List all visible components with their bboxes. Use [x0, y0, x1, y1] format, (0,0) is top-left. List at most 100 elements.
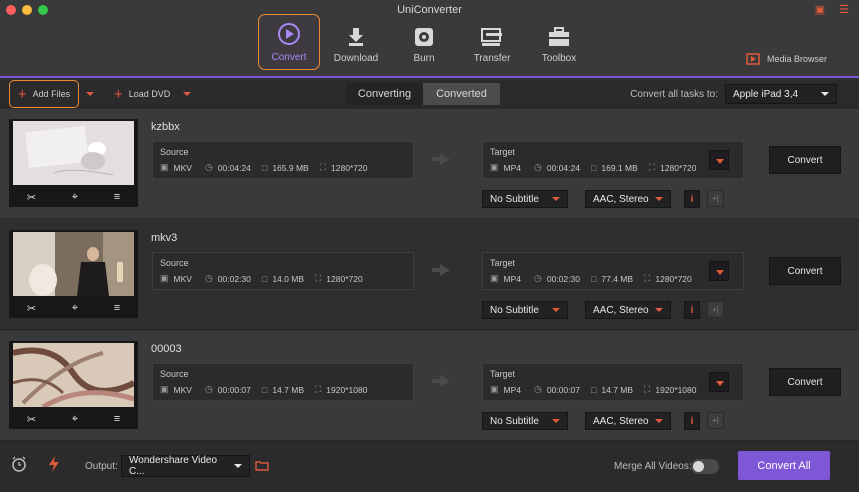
file-row: ✂ ⌖ ≡ kzbbx Source ▣ MKV ◷ 00:04:24 □ 16…: [0, 109, 859, 219]
nav-convert[interactable]: Convert: [258, 14, 320, 70]
target-format-edit-button[interactable]: [709, 372, 729, 392]
merge-button[interactable]: +|: [707, 412, 724, 429]
merge-icon: +|: [712, 305, 719, 314]
source-size: 165.9 MB: [272, 162, 309, 173]
plus-icon: +: [114, 85, 123, 103]
target-label: Target: [490, 147, 516, 157]
adjust-icon[interactable]: ≡: [114, 191, 120, 203]
nav-toolbox-label: Toolbox: [541, 53, 577, 64]
info-button[interactable]: i: [684, 412, 700, 430]
gift-icon[interactable]: ▣: [815, 3, 825, 16]
audio-select[interactable]: AAC, Stereo: [585, 301, 671, 319]
target-format-edit-button[interactable]: [709, 150, 729, 170]
target-format-edit-button[interactable]: [709, 261, 729, 281]
convert-all-format-value: Apple iPad 3,4: [733, 88, 799, 100]
folder-icon: □: [261, 384, 268, 395]
lightning-icon[interactable]: [47, 455, 61, 473]
nav-burn[interactable]: Burn: [394, 14, 454, 70]
plus-icon: +: [17, 85, 27, 103]
convert-button[interactable]: Convert: [769, 368, 841, 396]
source-format: MKV: [173, 384, 192, 395]
info-icon: i: [690, 304, 694, 316]
thumbnail-image: [13, 232, 134, 296]
chevron-down-icon: [655, 308, 663, 312]
add-files-dropdown[interactable]: [86, 80, 94, 108]
target-resolution: 1280*720: [660, 162, 697, 173]
menu-icon[interactable]: ☰: [839, 3, 849, 16]
source-label: Source: [160, 369, 189, 379]
convert-button[interactable]: Convert: [769, 257, 841, 285]
load-dvd-dropdown[interactable]: [183, 80, 191, 108]
convert-all-format-select[interactable]: Apple iPad 3,4: [725, 84, 837, 104]
target-info: Target ▣ MP4 ◷ 00:02:30 □ 77.4 MB ⛶ 1280…: [482, 252, 744, 290]
subtitle-select[interactable]: No Subtitle: [482, 412, 568, 430]
load-dvd-button[interactable]: + Load DVD: [114, 80, 170, 108]
clock-icon: ◷: [534, 162, 542, 172]
output-folder-select[interactable]: Wondershare Video C...: [121, 455, 250, 477]
source-label: Source: [160, 258, 189, 268]
folder-icon: □: [590, 162, 597, 173]
add-files-button[interactable]: + Add Files: [9, 80, 79, 108]
media-browser-button[interactable]: Media Browser: [746, 53, 827, 65]
resolution-icon: ⛶: [314, 384, 322, 394]
merge-button[interactable]: +|: [707, 301, 724, 318]
video-thumbnail[interactable]: ✂ ⌖ ≡: [9, 341, 138, 429]
thumbnail-tools: ✂ ⌖ ≡: [9, 411, 138, 427]
audio-value: AAC, Stereo: [593, 415, 649, 427]
arrow-right-icon: [432, 375, 450, 387]
target-meta: ▣ MP4 ◷ 00:00:07 □ 14.7 MB ⛶ 1920*1080: [490, 384, 697, 395]
folder-icon: □: [590, 384, 597, 395]
video-thumbnail[interactable]: ✂ ⌖ ≡: [9, 119, 138, 207]
info-button[interactable]: i: [684, 190, 700, 208]
scissors-icon[interactable]: ✂: [27, 191, 36, 204]
crop-icon[interactable]: ⌖: [72, 191, 78, 204]
crop-icon[interactable]: ⌖: [72, 302, 78, 315]
target-duration: 00:00:07: [546, 384, 580, 395]
audio-select[interactable]: AAC, Stereo: [585, 412, 671, 430]
target-info: Target ▣ MP4 ◷ 00:00:07 □ 14.7 MB ⛶ 1920…: [482, 363, 744, 401]
folder-icon: □: [590, 273, 597, 284]
scissors-icon[interactable]: ✂: [27, 302, 36, 315]
audio-select[interactable]: AAC, Stereo: [585, 190, 671, 208]
target-size: 169.1 MB: [601, 162, 638, 173]
info-button[interactable]: i: [684, 301, 700, 319]
clock-icon: ◷: [204, 162, 213, 172]
audio-value: AAC, Stereo: [593, 304, 649, 316]
nav-download[interactable]: Download: [326, 14, 386, 70]
zoom-window-button[interactable]: [38, 5, 48, 15]
load-dvd-label: Load DVD: [128, 89, 171, 99]
tab-converting[interactable]: Converting: [346, 83, 423, 105]
source-resolution: 1280*720: [326, 273, 363, 284]
film-icon: ▣: [490, 273, 499, 283]
convert-all-button[interactable]: Convert All: [738, 451, 830, 480]
open-folder-icon[interactable]: [255, 460, 269, 471]
thumbnail-image: [13, 343, 134, 407]
adjust-icon[interactable]: ≡: [114, 413, 120, 425]
chevron-down-icon: [86, 92, 94, 96]
convert-all-to-label: Convert all tasks to:: [630, 88, 718, 100]
close-window-button[interactable]: [6, 5, 16, 15]
title-bar-actions: ▣ ☰: [815, 3, 849, 16]
target-resolution: 1280*720: [655, 273, 692, 284]
minimize-window-button[interactable]: [22, 5, 32, 15]
crop-icon[interactable]: ⌖: [72, 413, 78, 426]
convert-icon: [278, 23, 300, 45]
adjust-icon[interactable]: ≡: [114, 302, 120, 314]
scissors-icon[interactable]: ✂: [27, 413, 36, 426]
chevron-down-icon: [183, 92, 191, 96]
tab-converted[interactable]: Converted: [423, 83, 500, 105]
target-format: MP4: [503, 384, 521, 395]
target-label: Target: [490, 369, 516, 379]
subtitle-select[interactable]: No Subtitle: [482, 190, 568, 208]
convert-button[interactable]: Convert: [769, 146, 841, 174]
media-browser-icon: [746, 53, 760, 65]
nav-toolbox[interactable]: Toolbox: [529, 14, 589, 70]
merge-button[interactable]: +|: [707, 190, 724, 207]
resolution-icon: ⛶: [644, 384, 651, 394]
video-thumbnail[interactable]: ✂ ⌖ ≡: [9, 230, 138, 318]
nav-transfer[interactable]: Transfer: [462, 14, 522, 70]
chevron-down-icon: [821, 92, 829, 96]
alarm-clock-icon[interactable]: [11, 456, 27, 472]
subtitle-select[interactable]: No Subtitle: [482, 301, 568, 319]
merge-all-toggle[interactable]: [691, 459, 719, 474]
